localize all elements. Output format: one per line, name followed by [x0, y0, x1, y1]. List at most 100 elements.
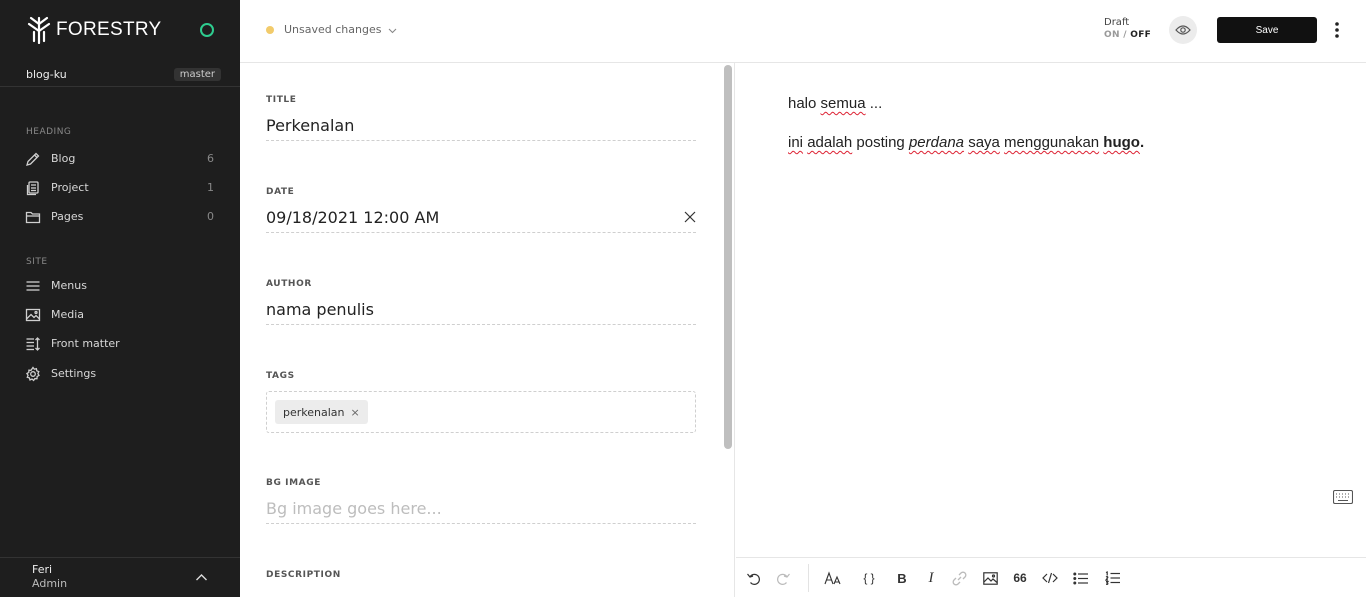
user-role: Admin	[32, 577, 68, 590]
bold-icon[interactable]: B	[893, 569, 911, 587]
bg-image-input[interactable]: Bg image goes here...	[266, 498, 696, 524]
sidebar-item-count: 1	[207, 181, 214, 194]
form-scrollbar[interactable]	[724, 65, 732, 449]
sidebar-item-count: 6	[207, 152, 214, 165]
menu-icon	[26, 281, 40, 291]
editor-toolbar: { } B I 66	[736, 557, 1366, 597]
more-options-icon[interactable]	[1331, 20, 1343, 40]
unsaved-status-dot	[266, 26, 274, 34]
sidebar-item-media[interactable]: Media	[0, 302, 240, 328]
tags-field: TAGS perkenalan ×	[266, 371, 696, 433]
field-label: DATE	[266, 187, 295, 197]
field-label: TITLE	[266, 95, 297, 105]
field-label: AUTHOR	[266, 279, 312, 289]
sidebar-item-settings[interactable]: Settings	[0, 361, 240, 387]
app-root: FORESTRY blog-ku master HEADING Blog 6 P…	[0, 0, 1366, 597]
draft-toggle[interactable]: Draft ON / OFF	[1104, 17, 1151, 40]
sidebar-item-label: Settings	[51, 367, 97, 380]
save-button[interactable]: Save	[1217, 17, 1317, 43]
bullet-list-icon[interactable]	[1072, 569, 1090, 587]
editor-word: menggunakan	[1004, 134, 1100, 151]
author-field: AUTHOR nama penulis	[266, 279, 696, 325]
chevron-down-icon[interactable]	[388, 27, 397, 34]
user-menu[interactable]: Feri Admin	[0, 557, 240, 597]
editor-word: semua	[820, 95, 866, 112]
sidebar-item-menus[interactable]: Menus	[0, 273, 240, 299]
draft-label: Draft	[1104, 17, 1130, 28]
preview-button[interactable]	[1169, 16, 1197, 44]
font-size-icon[interactable]	[824, 569, 842, 587]
front-matter-icon	[26, 337, 40, 351]
sidebar-item-label: Front matter	[51, 337, 120, 350]
sidebar-item-front-matter[interactable]: Front matter	[0, 331, 240, 357]
chevron-up-icon[interactable]	[195, 572, 208, 582]
draft-on-option[interactable]: ON	[1104, 30, 1120, 40]
editor-word: adalah	[807, 134, 853, 151]
sidebar-item-project[interactable]: Project 1	[0, 175, 240, 201]
sidebar-item-count: 0	[207, 210, 214, 223]
code-block-icon[interactable]: { }	[860, 569, 878, 587]
date-value: 09/18/2021 12:00 AM	[266, 208, 440, 227]
editor-word: ...	[869, 95, 883, 112]
field-label: BG IMAGE	[266, 478, 321, 488]
unsaved-status[interactable]: Unsaved changes	[284, 23, 381, 36]
editor-word: halo	[788, 95, 817, 112]
sidebar-item-label: Media	[51, 308, 85, 321]
code-icon[interactable]	[1041, 569, 1059, 587]
editor-word: posting	[856, 134, 905, 151]
gear-icon	[25, 366, 40, 382]
sidebar-item-pages[interactable]: Pages 0	[0, 204, 240, 230]
eye-icon	[1175, 25, 1191, 35]
image-icon	[25, 308, 41, 322]
editor-word: ini	[788, 134, 804, 151]
italic-icon[interactable]: I	[922, 569, 940, 587]
document-icon	[26, 181, 39, 196]
sidebar-item-label: Menus	[51, 279, 87, 292]
markdown-editor[interactable]: halo semua ... ini adalah posting perdan…	[736, 63, 1366, 557]
toolbar-divider	[808, 564, 809, 592]
sidebar-item-label: Project	[51, 181, 89, 194]
forestry-logo[interactable]: FORESTRY	[26, 16, 162, 44]
sidebar-item-label: Blog	[51, 152, 76, 165]
folder-icon	[25, 211, 41, 224]
section-label-heading: HEADING	[26, 127, 72, 137]
remove-tag-icon[interactable]: ×	[351, 406, 360, 419]
sidebar-item-label: Pages	[51, 210, 84, 223]
editor-italic-word: perdana	[908, 134, 965, 151]
draft-switch[interactable]: ON / OFF	[1104, 30, 1151, 40]
sidebar-item-blog[interactable]: Blog 6	[0, 146, 240, 172]
pencil-icon	[26, 152, 40, 166]
author-input[interactable]: nama penulis	[266, 299, 696, 325]
repo-name: blog-ku	[26, 68, 67, 81]
repo-row[interactable]: blog-ku master	[0, 63, 240, 87]
branch-badge[interactable]: master	[173, 68, 221, 81]
brand-name: FORESTRY	[56, 19, 162, 40]
quote-icon[interactable]: 66	[1011, 569, 1029, 587]
clear-date-icon[interactable]	[684, 211, 696, 223]
numbered-list-icon[interactable]	[1104, 569, 1122, 587]
front-matter-form: TITLE Perkenalan DATE 09/18/2021 12:00 A…	[240, 63, 735, 597]
draft-separator: /	[1123, 30, 1127, 40]
keyboard-icon[interactable]	[1333, 490, 1353, 504]
editor-word: saya	[968, 134, 1000, 151]
link-icon[interactable]	[950, 569, 968, 587]
editor-paragraph: halo semua ...	[788, 95, 882, 112]
image-icon[interactable]	[981, 569, 999, 587]
field-label: TAGS	[266, 371, 295, 381]
date-input[interactable]: 09/18/2021 12:00 AM	[266, 207, 696, 233]
redo-icon[interactable]	[774, 569, 792, 587]
top-bar: Unsaved changes Draft ON / OFF Save	[240, 0, 1366, 63]
title-field: TITLE Perkenalan	[266, 95, 696, 141]
sidebar: FORESTRY blog-ku master HEADING Blog 6 P…	[0, 0, 240, 597]
tree-logo-icon	[27, 16, 51, 44]
section-label-site: SITE	[26, 257, 48, 267]
editor-bold-word: hugo	[1103, 134, 1140, 151]
tags-input[interactable]: perkenalan ×	[266, 391, 696, 433]
undo-icon[interactable]	[744, 569, 762, 587]
site-status-icon[interactable]	[200, 23, 214, 37]
tag-chip: perkenalan ×	[275, 400, 368, 424]
editor-paragraph: ini adalah posting perdana saya mengguna…	[788, 134, 1144, 151]
title-input[interactable]: Perkenalan	[266, 115, 696, 141]
draft-off-option[interactable]: OFF	[1130, 30, 1151, 40]
tag-label: perkenalan	[283, 405, 345, 419]
